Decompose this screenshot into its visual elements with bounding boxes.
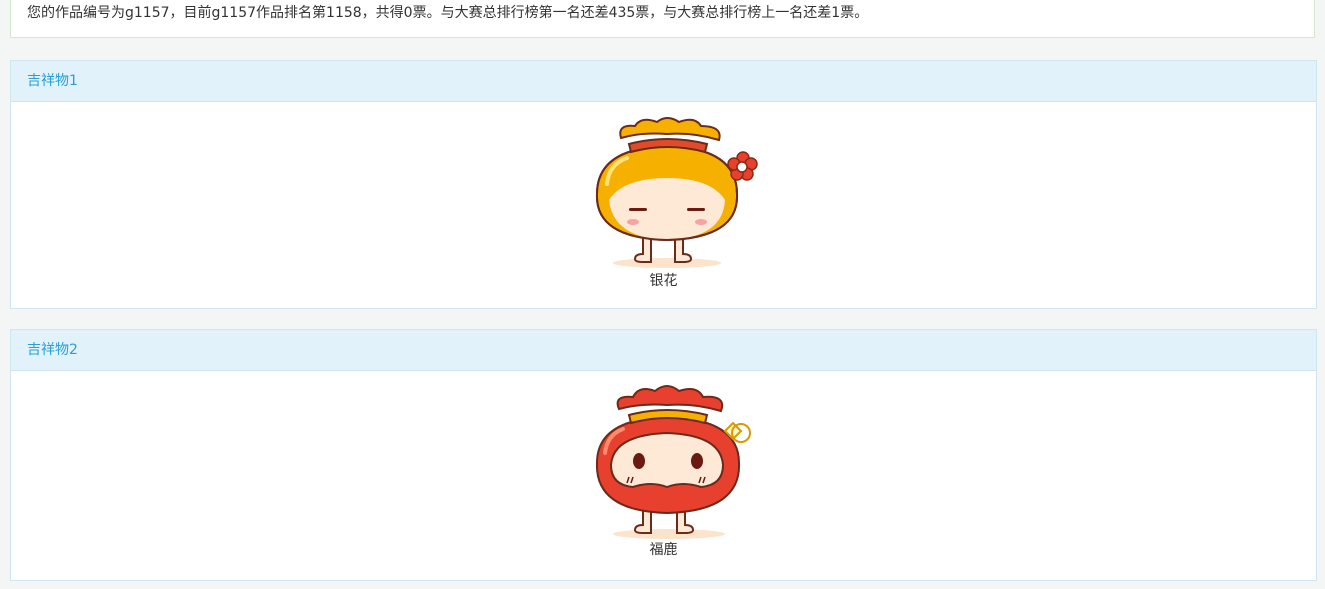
mascot-panel-2: 吉祥物2 福鹿 <box>10 329 1317 581</box>
vote-status-notice: 您的作品编号为g1157，目前g1157作品排名第1158，共得0票。与大赛总排… <box>10 0 1315 38</box>
panel-title: 吉祥物1 <box>27 73 78 89</box>
yellow-lucky-bag-mascot-image <box>595 117 758 268</box>
panel-heading: 吉祥物2 <box>11 330 1316 371</box>
panel-body: 福鹿 <box>11 371 1316 580</box>
panel-title: 吉祥物2 <box>27 342 78 358</box>
red-lucky-bag-mascot-image <box>595 385 751 539</box>
mascot-panel-1: 吉祥物1 银花 <box>10 60 1317 309</box>
panel-body: 银花 <box>11 102 1316 308</box>
vote-status-text: 您的作品编号为g1157，目前g1157作品排名第1158，共得0票。与大赛总排… <box>27 5 869 21</box>
mascot-name: 银花 <box>649 273 678 289</box>
mascot-name: 福鹿 <box>649 542 678 558</box>
panel-heading: 吉祥物1 <box>11 61 1316 102</box>
